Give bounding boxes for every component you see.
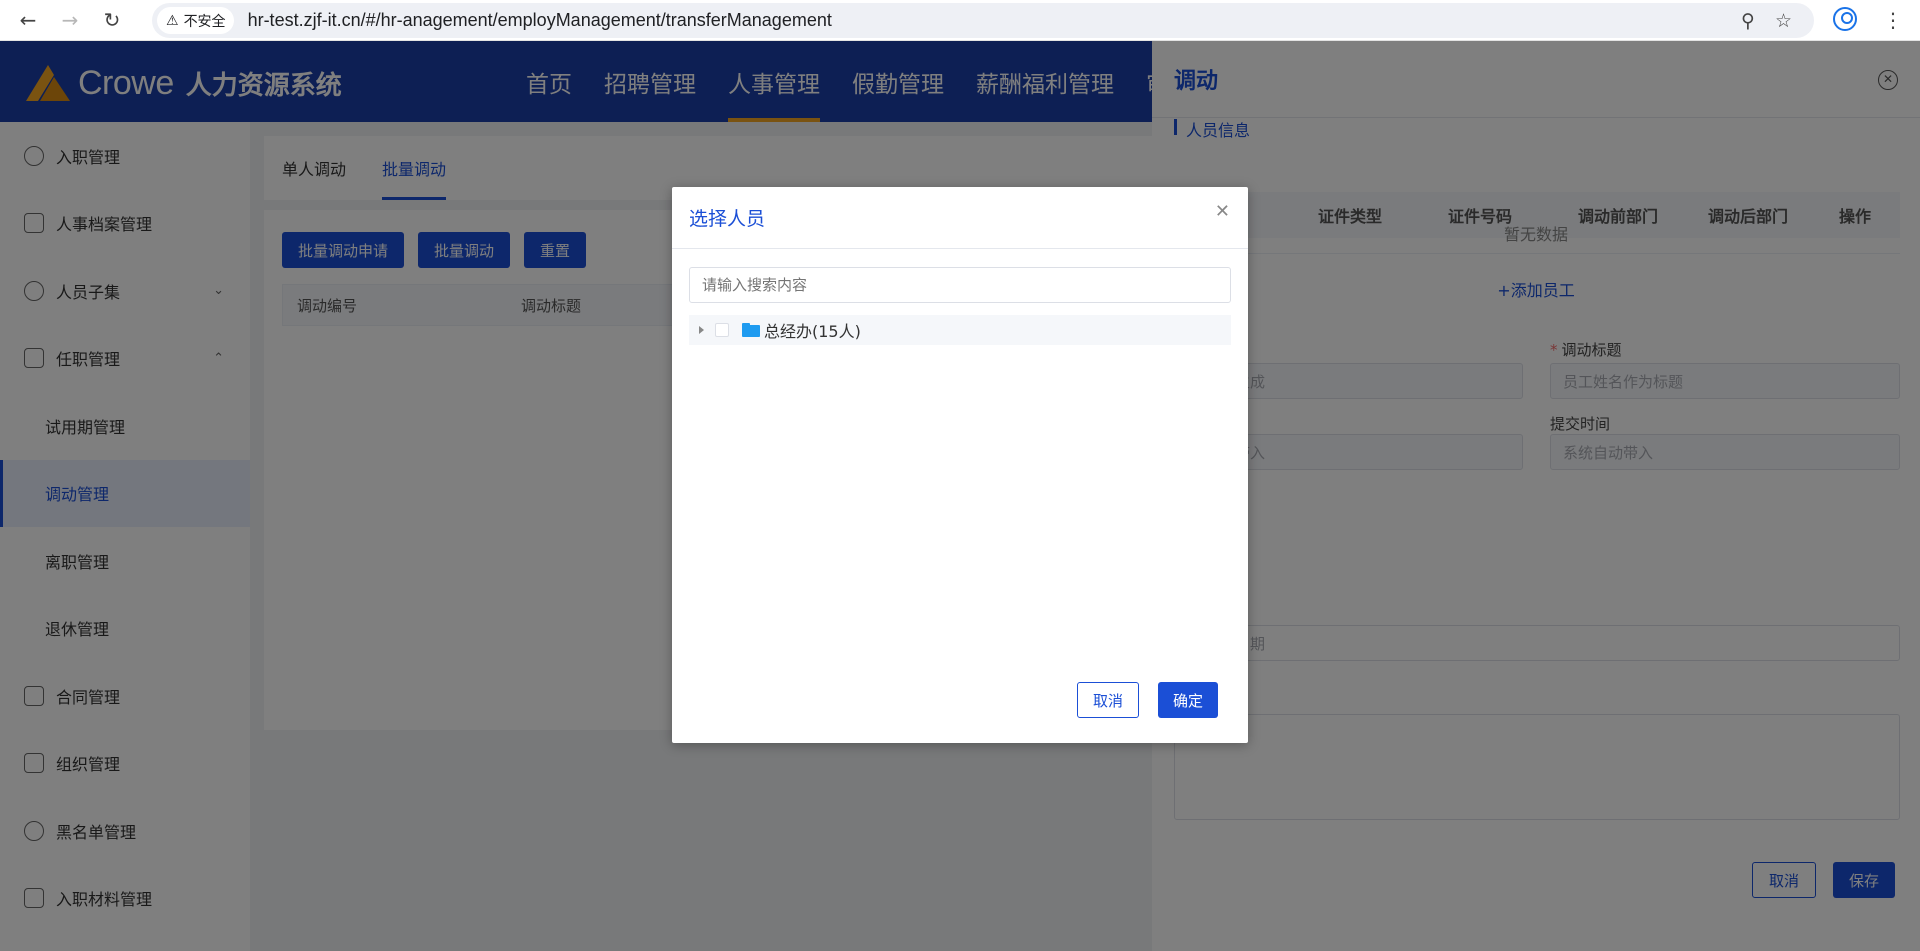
required-mark: *	[1550, 341, 1558, 359]
zoom-icon[interactable]: ⚲	[1741, 10, 1755, 32]
cancel-button[interactable]: 取消	[1077, 682, 1140, 718]
drawer-save-button[interactable]: 保存	[1833, 862, 1896, 898]
submit-time-field[interactable]: 系统自动带入	[1550, 434, 1900, 470]
back-icon[interactable]: ←	[14, 6, 42, 34]
effective-date-field[interactable]: 日期	[1174, 625, 1900, 661]
url-text[interactable]: hr-test.zjf-it.cn/#/hr-anagement/employM…	[248, 10, 832, 31]
profile-icon[interactable]	[1833, 7, 1857, 31]
tree-checkbox[interactable]	[715, 323, 729, 337]
remarks-textarea[interactable]	[1174, 714, 1900, 820]
add-employee-link[interactable]: +添加员工	[1152, 277, 1920, 301]
select-person-dialog: 选择人员 ✕ 总经办(15人) 取消 确定	[672, 187, 1248, 743]
search-input[interactable]	[689, 267, 1231, 303]
empty-state: 暂无数据	[1503, 225, 1568, 244]
security-chip[interactable]: ⚠ 不安全	[157, 7, 234, 34]
drawer-title: 调动	[1174, 69, 1219, 94]
bookmark-star-icon[interactable]: ☆	[1775, 10, 1792, 32]
close-icon[interactable]: ✕	[1878, 70, 1898, 90]
tree-node-label[interactable]: 总经办(15人)	[764, 318, 861, 342]
security-label: 不安全	[183, 13, 226, 30]
reload-icon[interactable]: ↻	[98, 6, 126, 34]
expand-arrow-icon[interactable]	[699, 326, 704, 334]
browser-menu-icon[interactable]: ⋮	[1883, 7, 1903, 33]
transfer-drawer: 调动 ✕ 人员信息 证件类型 证件号码 调动前部门 调动后部门 操作 暂无数据 …	[1152, 41, 1920, 951]
drawer-cancel-button[interactable]: 取消	[1752, 862, 1817, 898]
transfer-title-field[interactable]: 员工姓名作为标题	[1550, 363, 1900, 399]
dialog-title: 选择人员	[689, 208, 766, 230]
divider	[1174, 253, 1900, 254]
field-label-title: * 调动标题	[1550, 341, 1622, 359]
address-bar[interactable]: ⚠ 不安全 hr-test.zjf-it.cn/#/hr-anagement/e…	[152, 3, 1814, 38]
section-title-personnel: 人员信息	[1174, 117, 1250, 141]
close-icon[interactable]: ✕	[1215, 201, 1230, 222]
browser-toolbar: ← → ↻ ⚠ 不安全 hr-test.zjf-it.cn/#/hr-anage…	[0, 0, 1920, 41]
tree-node[interactable]: 总经办(15人)	[689, 315, 1231, 345]
confirm-button[interactable]: 确定	[1158, 682, 1219, 718]
field-label-submit-time: 提交时间	[1550, 415, 1611, 433]
warning-icon: ⚠	[166, 12, 179, 29]
folder-icon	[742, 323, 760, 337]
forward-icon[interactable]: →	[56, 6, 84, 34]
